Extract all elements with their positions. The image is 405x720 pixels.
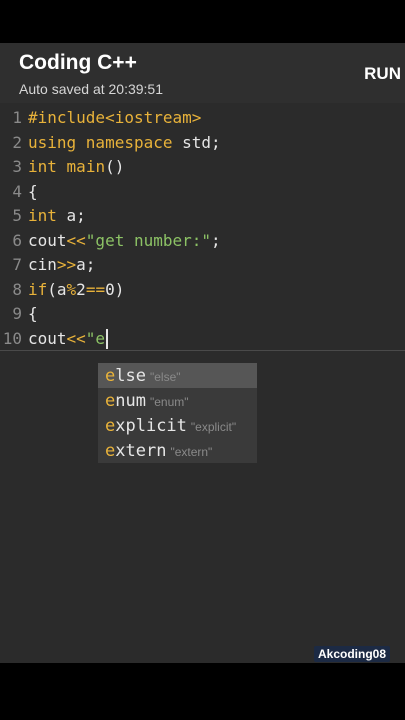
code-line[interactable]: 1 #include<iostream> [0,106,405,131]
code-token: cin [28,255,57,274]
code-text: int main() [28,155,124,180]
line-number: 7 [12,255,22,274]
suggestion-hint: "explicit" [190,420,237,434]
code-token: using namespace [28,132,173,152]
code-token: cout [28,328,67,348]
suggestion-rest: lse [115,366,146,386]
suggestion-match: e [105,366,116,386]
code-token: int [28,157,57,176]
suggestion-word: enum [105,391,146,411]
autocomplete-item[interactable]: enum "enum" [98,388,257,413]
code-text: cout<<"get number:"; [28,229,221,254]
text-cursor [106,329,109,349]
code-token: <iostream> [105,108,202,127]
code-token: % [66,279,77,299]
autosave-status: Auto saved at 20:39:51 [19,81,163,97]
suggestion-word: extern [105,441,166,461]
code-token: a; [76,255,96,274]
line-number: 6 [12,230,22,250]
code-token: if [28,279,48,299]
run-button[interactable]: RUN [364,64,401,84]
code-text: #include<iostream> [28,106,201,131]
code-token: == [85,279,106,299]
code-line[interactable]: 3 int main() [0,155,405,180]
code-token: a; [56,206,86,225]
suggestion-rest: xtern [115,441,167,461]
code-line[interactable]: 10 cout<<"e [0,327,405,352]
line-number: 4 [12,181,22,201]
watermark: Akcoding08 [314,646,391,662]
code-editor-app: Coding C++ Auto saved at 20:39:51 RUN 1 #… [0,43,405,663]
line-number: 5 [12,206,22,225]
code-line[interactable]: 9{ [0,302,405,327]
code-text: if(a%2==0) [28,278,124,303]
suggestion-hint: "extern" [170,445,213,459]
line-number: 9 [12,304,22,323]
code-token: { [28,304,38,323]
code-text: cin>>a; [28,253,95,278]
autocomplete-item[interactable]: explicit "explicit" [98,413,257,438]
code-token: ; [211,230,221,250]
code-text: int a; [28,204,86,229]
code-text: using namespace std; [28,131,221,156]
toolbar: Coding C++ Auto saved at 20:39:51 RUN [0,43,405,103]
code-line[interactable]: 6 cout<<"get number:"; [0,229,405,254]
code-token: 2 [76,279,86,299]
autocomplete-item[interactable]: else "else" [98,363,257,388]
code-token: "get number:" [85,230,212,250]
code-line[interactable]: 2 using namespace std; [0,131,405,156]
code-token: >> [56,255,77,274]
code-token: 0) [105,279,125,299]
code-text: { [28,302,38,327]
suggestion-match: e [105,441,116,461]
code-text: { [28,180,38,205]
line-number: 2 [12,132,22,152]
code-token: { [28,181,38,201]
suggestion-word: else [105,366,146,386]
autocomplete-item[interactable]: extern "extern" [98,438,257,463]
code-line[interactable]: 8 if(a%2==0) [0,278,405,303]
suggestion-word: explicit [105,416,187,436]
code-token: int [28,206,57,225]
code-token: << [66,230,86,250]
code-area[interactable]: 1 #include<iostream> 2 using namespace std;… [0,106,405,351]
code-line[interactable]: 7 cin>>a; [0,253,405,278]
code-token: cout [28,230,67,250]
code-token: "e [85,328,106,348]
code-text: cout<<"e [28,327,109,352]
suggestion-match: e [105,391,116,411]
code-token: (a [47,279,67,299]
page-title: Coding C++ [19,51,137,74]
code-token: main [66,157,106,176]
suggestion-match: e [105,416,116,436]
suggestion-rest: xplicit [115,416,187,436]
code-token: () [105,157,125,176]
code-token: std; [172,132,221,152]
code-line[interactable]: 5 int a; [0,204,405,229]
line-number: 3 [12,157,22,176]
line-number: 8 [12,279,22,299]
line-number: 1 [12,108,22,127]
line-number: 10 [2,328,22,348]
suggestion-hint: "enum" [149,395,189,409]
suggestion-rest: num [115,391,146,411]
code-line[interactable]: 4{ [0,180,405,205]
autocomplete-popup: else "else" enum "enum" explicit "explicit" ex… [98,363,257,463]
code-token: #include [28,108,106,127]
code-token: << [66,328,86,348]
suggestion-hint: "else" [149,370,181,384]
